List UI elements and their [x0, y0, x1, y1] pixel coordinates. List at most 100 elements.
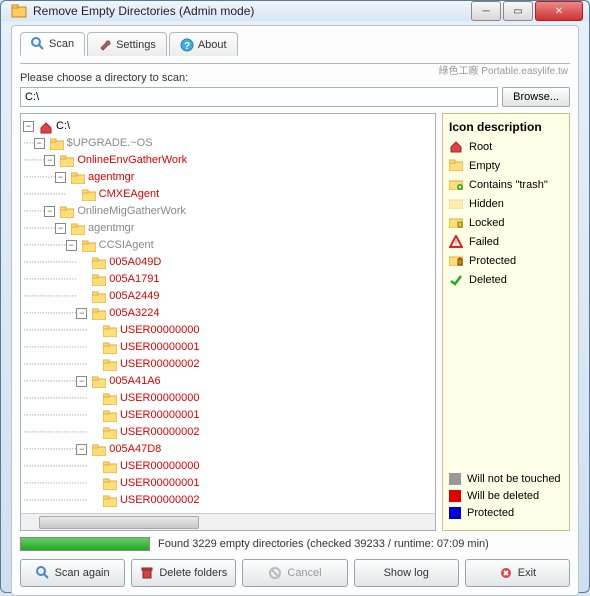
tree-node[interactable]: ························USER00000000: [23, 458, 433, 475]
maximize-button[interactable]: ▭: [503, 1, 533, 21]
legend-item: !Failed: [449, 235, 563, 249]
tree-node[interactable]: ························USER00000001: [23, 339, 433, 356]
tree-node[interactable]: ········−OnlineMigGatherWork: [23, 203, 433, 220]
folder-icon: [71, 223, 85, 235]
directory-tree[interactable]: −C:\····−$UPGRADE.~OS········−OnlineEnvG…: [21, 114, 435, 513]
tab-scan[interactable]: Scan: [20, 32, 85, 56]
legend-color-label: Protected: [467, 507, 514, 519]
root-icon: [449, 140, 463, 154]
exit-button[interactable]: Exit: [465, 559, 570, 587]
tree-node[interactable]: ························USER00000000: [23, 322, 433, 339]
tab-settings[interactable]: Settings: [87, 32, 167, 56]
magnifier-icon: [36, 566, 50, 580]
tree-node[interactable]: ················−CCSIAgent: [23, 237, 433, 254]
root-icon: [39, 121, 53, 133]
node-label: USER00000000: [120, 458, 200, 475]
delete-folders-button[interactable]: Delete folders: [131, 559, 236, 587]
tree-node[interactable]: ····················−005A41A6: [23, 373, 433, 390]
expand-toggle[interactable]: −: [34, 138, 45, 149]
tree-node[interactable]: ························USER00000002: [23, 424, 433, 441]
legend-item: Deleted: [449, 273, 563, 287]
expand-toggle[interactable]: −: [55, 172, 66, 183]
horizontal-scrollbar[interactable]: [21, 513, 435, 530]
node-label: OnlineMigGatherWork: [77, 203, 186, 220]
node-label: USER00000001: [120, 475, 200, 492]
tree-node[interactable]: ························USER00000001: [23, 475, 433, 492]
expand-toggle[interactable]: −: [44, 206, 55, 217]
titlebar: Remove Empty Directories (Admin mode) ─ …: [1, 1, 589, 21]
tree-node[interactable]: ····················005A2449: [23, 288, 433, 305]
tree-node[interactable]: ············−agentmgr: [23, 169, 433, 186]
node-label: USER00000002: [120, 356, 200, 373]
node-label: 005A1791: [109, 271, 159, 288]
exit-icon: [499, 566, 513, 580]
tree-node[interactable]: ········−OnlineEnvGatherWork: [23, 152, 433, 169]
browse-button[interactable]: Browse...: [502, 87, 570, 107]
color-swatch: [449, 490, 461, 502]
app-window: Remove Empty Directories (Admin mode) ─ …: [0, 0, 590, 593]
tab-settings-label: Settings: [116, 39, 156, 51]
show-log-button[interactable]: Show log: [354, 559, 459, 587]
legend-panel: Icon description RootEmptyContains "tras…: [442, 113, 570, 531]
folder-icon: [82, 189, 96, 201]
legend-color-label: Will not be touched: [467, 473, 561, 485]
node-label: USER00000001: [120, 407, 200, 424]
tree-node[interactable]: ························USER00000001: [23, 407, 433, 424]
tree-node[interactable]: ····················−005A3224: [23, 305, 433, 322]
legend-label: Deleted: [469, 274, 507, 286]
folder-icon: [92, 257, 106, 269]
folder-icon: [103, 393, 117, 405]
legend-label: Empty: [469, 160, 500, 172]
tree-node[interactable]: ····················−005A47D8: [23, 441, 433, 458]
expand-toggle[interactable]: −: [66, 240, 77, 251]
expand-toggle[interactable]: −: [55, 223, 66, 234]
scan-again-button[interactable]: Scan again: [20, 559, 125, 587]
node-label: CMXEAgent: [99, 186, 160, 203]
color-swatch: [449, 473, 461, 485]
legend-color: Will be deleted: [449, 490, 563, 502]
expand-toggle[interactable]: −: [76, 308, 87, 319]
legend-label: Protected: [469, 255, 516, 267]
expand-toggle[interactable]: −: [76, 376, 87, 387]
main-row: −C:\····−$UPGRADE.~OS········−OnlineEnvG…: [20, 113, 570, 531]
tree-node[interactable]: −C:\: [23, 118, 433, 135]
folder-icon: [71, 172, 85, 184]
protected-icon: [449, 254, 463, 268]
tab-about[interactable]: ? About: [169, 32, 238, 56]
tree-node[interactable]: ························USER00000000: [23, 390, 433, 407]
cancel-icon: [268, 566, 282, 580]
failed-icon: !: [449, 235, 463, 249]
directory-input[interactable]: [20, 87, 498, 107]
folder-icon: [103, 427, 117, 439]
delete-icon: [140, 566, 154, 580]
expand-toggle[interactable]: −: [44, 155, 55, 166]
folder-icon: [92, 291, 106, 303]
node-label: 005A47D8: [109, 441, 161, 458]
folder-icon: [92, 274, 106, 286]
tree-node[interactable]: ····−$UPGRADE.~OS: [23, 135, 433, 152]
expand-toggle[interactable]: −: [23, 121, 34, 132]
folder-icon: [92, 308, 106, 320]
folder-icon: [103, 325, 117, 337]
tree-node[interactable]: ························USER00000002: [23, 492, 433, 509]
tree-node[interactable]: ····················005A1791: [23, 271, 433, 288]
tab-bar: Scan Settings ? About: [20, 32, 570, 56]
legend-item: Contains "trash": [449, 178, 563, 192]
tree-node[interactable]: ················CMXEAgent: [23, 186, 433, 203]
close-button[interactable]: ✕: [535, 1, 583, 21]
magnifier-icon: [31, 37, 45, 51]
exit-label: Exit: [518, 567, 536, 579]
legend-item: Protected: [449, 254, 563, 268]
expand-toggle[interactable]: −: [76, 444, 87, 455]
folder-icon: [92, 376, 106, 388]
tree-node[interactable]: ····················005A049D: [23, 254, 433, 271]
node-label: USER00000001: [120, 339, 200, 356]
progress-bar: [20, 537, 150, 551]
svg-text:?: ?: [184, 41, 190, 52]
minimize-button[interactable]: ─: [471, 1, 501, 21]
wrench-icon: [98, 38, 112, 52]
tree-node[interactable]: ············−agentmgr: [23, 220, 433, 237]
node-label: OnlineEnvGatherWork: [77, 152, 187, 169]
scrollbar-thumb[interactable]: [39, 516, 199, 529]
tree-node[interactable]: ························USER00000002: [23, 356, 433, 373]
